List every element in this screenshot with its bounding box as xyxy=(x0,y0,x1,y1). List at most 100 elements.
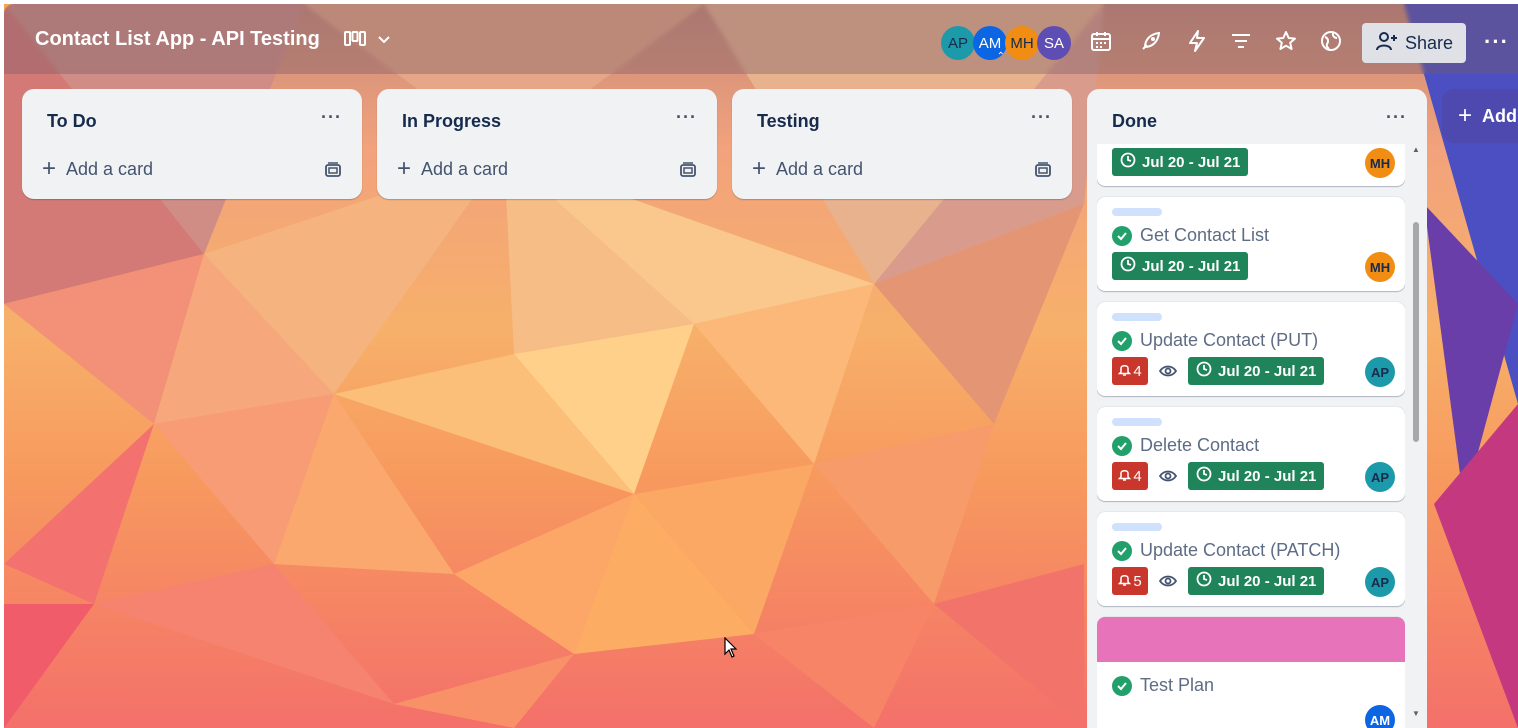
clock-icon xyxy=(1120,256,1136,276)
card-template-icon[interactable] xyxy=(1034,161,1052,179)
due-date-badge[interactable]: Jul 20 - Jul 21 xyxy=(1112,148,1249,176)
card-template-icon[interactable] xyxy=(679,161,697,179)
scroll-up-icon[interactable]: ▲ xyxy=(1412,145,1420,154)
card-title: Update Contact (PATCH) xyxy=(1112,540,1340,561)
due-date-badge[interactable]: Jul 20 - Jul 21 xyxy=(1188,462,1325,490)
clock-icon xyxy=(1196,361,1212,381)
card-label[interactable] xyxy=(1112,313,1162,321)
notification-badge[interactable]: 5 xyxy=(1112,567,1148,595)
globe-icon[interactable] xyxy=(1320,30,1344,54)
avatar[interactable]: MH xyxy=(1005,26,1039,60)
check-icon[interactable] xyxy=(1112,225,1132,246)
calendar-icon[interactable] xyxy=(1090,30,1114,54)
avatar[interactable]: SA xyxy=(1037,26,1071,60)
notification-count: 4 xyxy=(1133,362,1142,380)
card-template-icon[interactable] xyxy=(324,161,342,179)
due-date-badge[interactable]: Jul 20 - Jul 21 xyxy=(1188,567,1325,595)
board-title[interactable]: Contact List App - API Testing xyxy=(35,28,320,51)
list-in-progress: In Progress ··· + Add a card xyxy=(377,89,717,199)
share-label: Share xyxy=(1404,32,1454,53)
card[interactable]: Jul 20 - Jul 21 MH xyxy=(1097,144,1405,186)
add-card-label: Add a card xyxy=(66,158,154,179)
date-text: Jul 20 - Jul 21 xyxy=(1142,257,1241,275)
card-title: Test Plan xyxy=(1112,675,1214,696)
add-card-button[interactable]: + Add a card xyxy=(397,157,508,181)
board-header: Contact List App - API Testing AP AM ⌃ M… xyxy=(4,4,1518,74)
card-title-text: Get Contact List xyxy=(1140,225,1270,245)
add-card-button[interactable]: + Add a card xyxy=(42,157,153,181)
card-title: Update Contact (PUT) xyxy=(1112,330,1318,351)
eye-icon xyxy=(1158,466,1178,486)
avatar-initials: AM xyxy=(978,34,1002,52)
bell-icon xyxy=(1118,362,1132,380)
avatar[interactable]: AM ⌃ xyxy=(973,26,1007,62)
chevron-down-icon xyxy=(376,31,392,52)
list-title[interactable]: In Progress xyxy=(402,111,501,132)
list-menu-icon[interactable]: ··· xyxy=(1031,107,1052,128)
card-member-avatar[interactable]: MH xyxy=(1365,252,1395,282)
list-to-do: To Do ··· + Add a card xyxy=(22,89,362,199)
check-icon[interactable] xyxy=(1112,330,1132,351)
list-testing: Testing ··· + Add a card xyxy=(732,89,1072,199)
due-date-badge[interactable]: Jul 20 - Jul 21 xyxy=(1188,357,1325,385)
list-scrollbar[interactable]: ▲ ▼ xyxy=(1410,145,1420,718)
scroll-down-icon[interactable]: ▼ xyxy=(1412,709,1420,718)
card-cover xyxy=(1097,617,1405,662)
lightning-icon[interactable] xyxy=(1187,30,1211,54)
bell-icon xyxy=(1118,572,1132,590)
add-card-label: Add a card xyxy=(421,158,509,179)
cards-container[interactable]: Jul 20 - Jul 21 MH Get Contact List Jul … xyxy=(1097,144,1405,728)
card[interactable]: Delete Contact 4 Jul 20 - Jul 21 AP xyxy=(1097,407,1405,501)
bell-icon xyxy=(1118,467,1132,485)
more-options-icon[interactable]: ··· xyxy=(1484,29,1509,55)
check-icon[interactable] xyxy=(1112,435,1132,456)
eye-icon xyxy=(1158,361,1178,381)
card-label[interactable] xyxy=(1112,208,1162,216)
date-text: Jul 20 - Jul 21 xyxy=(1218,362,1317,380)
card-title-text: Update Contact (PUT) xyxy=(1140,330,1319,350)
card-title-text: Test Plan xyxy=(1140,675,1215,695)
check-icon[interactable] xyxy=(1112,540,1132,561)
avatar[interactable]: AP xyxy=(941,26,975,60)
list-done: Done ··· Jul 20 - Jul 21 MH Get Contact … xyxy=(1087,89,1427,728)
clock-icon xyxy=(1120,152,1136,172)
star-icon[interactable] xyxy=(1275,30,1299,54)
plus-icon: + xyxy=(752,155,767,182)
notification-badge[interactable]: 4 xyxy=(1112,462,1148,490)
card[interactable]: Update Contact (PATCH) 5 Jul 20 - Jul 21… xyxy=(1097,512,1405,606)
filter-icon[interactable] xyxy=(1230,30,1254,54)
rocket-icon[interactable] xyxy=(1140,30,1164,54)
card-label[interactable] xyxy=(1112,418,1162,426)
eye-icon xyxy=(1158,571,1178,591)
add-card-label: Add a card xyxy=(776,158,864,179)
list-title[interactable]: To Do xyxy=(47,111,97,132)
list-menu-icon[interactable]: ··· xyxy=(321,107,342,128)
card-title-text: Update Contact (PATCH) xyxy=(1140,540,1341,560)
scrollbar-thumb[interactable] xyxy=(1413,222,1419,442)
card-member-avatar[interactable]: AP xyxy=(1365,462,1395,492)
card-member-avatar[interactable]: MH xyxy=(1365,148,1395,178)
list-menu-icon[interactable]: ··· xyxy=(1386,107,1407,128)
card-label[interactable] xyxy=(1112,523,1162,531)
list-title[interactable]: Testing xyxy=(757,111,820,132)
card-title: Delete Contact xyxy=(1112,435,1259,456)
card[interactable]: Update Contact (PUT) 4 Jul 20 - Jul 21 A… xyxy=(1097,302,1405,396)
notification-badge[interactable]: 4 xyxy=(1112,357,1148,385)
card-member-avatar[interactable]: AP xyxy=(1365,357,1395,387)
card-member-avatar[interactable]: AP xyxy=(1365,567,1395,597)
due-date-badge[interactable]: Jul 20 - Jul 21 xyxy=(1112,252,1249,280)
view-switcher[interactable] xyxy=(344,31,392,52)
board-view-icon xyxy=(344,31,366,52)
card[interactable]: Get Contact List Jul 20 - Jul 21 MH xyxy=(1097,197,1405,291)
add-card-button[interactable]: + Add a card xyxy=(752,157,863,181)
list-title[interactable]: Done xyxy=(1112,111,1157,132)
notification-count: 4 xyxy=(1133,467,1142,485)
add-list-button[interactable]: + Add xyxy=(1442,89,1518,143)
list-menu-icon[interactable]: ··· xyxy=(676,107,697,128)
card-member-avatar[interactable]: AM xyxy=(1365,705,1395,728)
check-icon[interactable] xyxy=(1112,675,1132,696)
plus-icon: + xyxy=(1458,102,1473,129)
date-text: Jul 20 - Jul 21 xyxy=(1142,153,1241,171)
card[interactable]: Test Plan AM xyxy=(1097,617,1405,728)
share-button[interactable]: Share xyxy=(1362,23,1466,63)
